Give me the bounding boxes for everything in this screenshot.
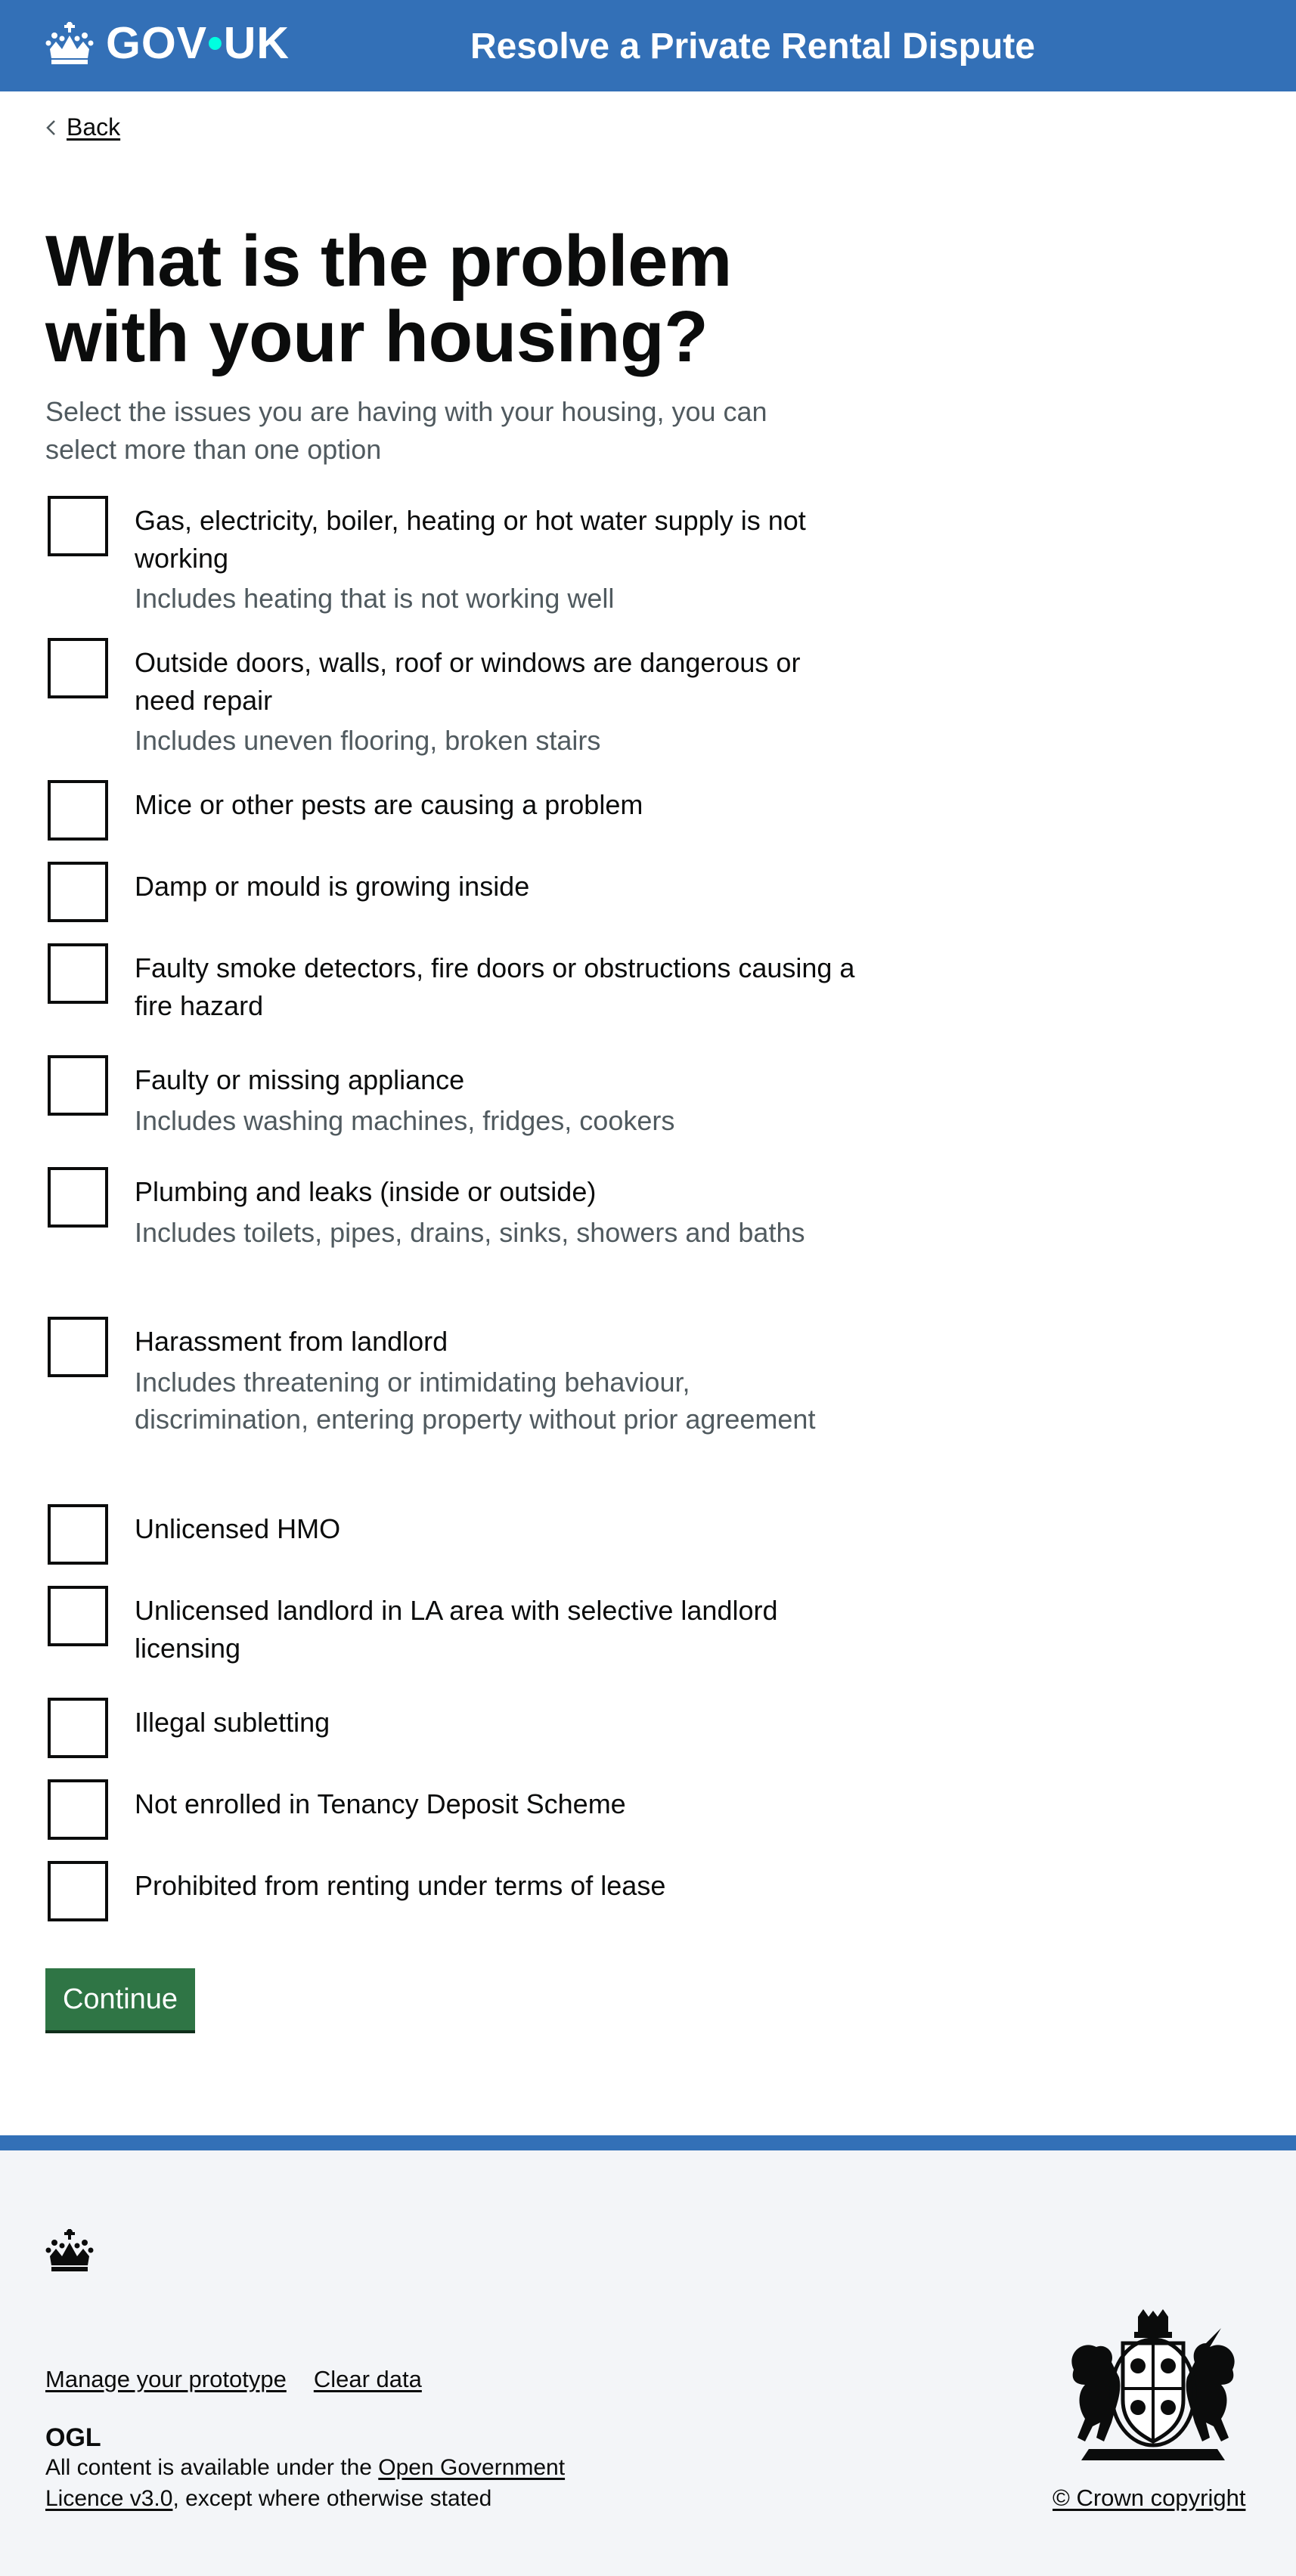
- royal-coat-of-arms-icon: [1071, 2309, 1235, 2460]
- site-header: GOV•UK Resolve a Private Rental Dispute: [0, 0, 1296, 91]
- checkbox[interactable]: [48, 1779, 108, 1840]
- licence-prefix: All content is available under the: [45, 2455, 379, 2480]
- crown-icon: [45, 2229, 94, 2271]
- checkbox[interactable]: [48, 1055, 108, 1116]
- licence-text: All content is available under the Open …: [45, 2453, 635, 2514]
- back-link[interactable]: Back: [45, 113, 120, 141]
- checkbox[interactable]: [48, 780, 108, 841]
- logo-text: GOV•UK: [106, 17, 290, 68]
- page-title: What is the problem with your housing?: [45, 221, 732, 377]
- chevron-left-icon: [46, 119, 55, 135]
- crown-copyright-link[interactable]: © Crown copyright: [1053, 2485, 1245, 2512]
- checkbox[interactable]: [48, 1698, 108, 1758]
- checkbox-hint: Includes threatening or intimidating beh…: [135, 1366, 816, 1435]
- question-hint: Select the issues you are having with yo…: [45, 396, 767, 465]
- back-label: Back: [67, 113, 121, 141]
- crown-icon: [45, 22, 94, 64]
- checkbox-label: Faulty or missing appliance: [135, 1064, 465, 1095]
- checkbox-label: Not enrolled in Tenancy Deposit Scheme: [135, 1788, 626, 1819]
- ogl-logo-icon: OGL: [45, 2424, 101, 2450]
- checkbox-hint: Includes toilets, pipes, drains, sinks, …: [135, 1216, 805, 1248]
- checkbox-label: Mice or other pests are causing a proble…: [135, 789, 643, 820]
- clear-data-link[interactable]: Clear data: [314, 2366, 422, 2393]
- checkbox[interactable]: [48, 1504, 108, 1565]
- continue-button[interactable]: Continue: [45, 1968, 195, 2030]
- checkbox[interactable]: [48, 638, 108, 698]
- checkbox-label: Unlicensed landlord in LA area with sele…: [135, 1595, 778, 1664]
- service-name[interactable]: Resolve a Private Rental Dispute: [470, 24, 1035, 70]
- checkbox[interactable]: [48, 862, 108, 922]
- checkbox-hint: Includes uneven flooring, broken stairs: [135, 725, 601, 757]
- checkbox-label: Unlicensed HMO: [135, 1513, 341, 1544]
- checkbox[interactable]: [48, 1861, 108, 1921]
- checkbox[interactable]: [48, 496, 108, 556]
- checkbox-label: Outside doors, walls, roof or windows ar…: [135, 647, 801, 716]
- checkbox-hint: Includes heating that is not working wel…: [135, 583, 615, 615]
- checkbox[interactable]: [48, 1167, 108, 1228]
- manage-prototype-link[interactable]: Manage your prototype: [45, 2366, 287, 2393]
- footer-links: Manage your prototype Clear data: [45, 2366, 422, 2393]
- checkbox-label: Harassment from landlord: [135, 1326, 448, 1357]
- checkbox-label: Faulty smoke detectors, fire doors or ob…: [135, 952, 855, 1021]
- checkbox-label: Gas, electricity, boiler, heating or hot…: [135, 505, 806, 574]
- checkbox[interactable]: [48, 1317, 108, 1377]
- ogl-logo-text: OGL: [45, 2424, 101, 2450]
- checkbox-hint: Includes washing machines, fridges, cook…: [135, 1104, 675, 1136]
- checkbox[interactable]: [48, 943, 108, 1004]
- checkbox-label: Plumbing and leaks (inside or outside): [135, 1176, 597, 1207]
- site-footer: Manage your prototype Clear data OGL All…: [0, 2135, 1296, 2576]
- govuk-logo-link[interactable]: GOV•UK: [45, 17, 290, 70]
- checkbox[interactable]: [48, 1586, 108, 1646]
- licence-suffix: , except where otherwise stated: [172, 2485, 492, 2511]
- checkbox-label: Damp or mould is growing inside: [135, 871, 530, 902]
- checkbox-label: Prohibited from renting under terms of l…: [135, 1870, 666, 1901]
- checkbox-label: Illegal subletting: [135, 1707, 330, 1738]
